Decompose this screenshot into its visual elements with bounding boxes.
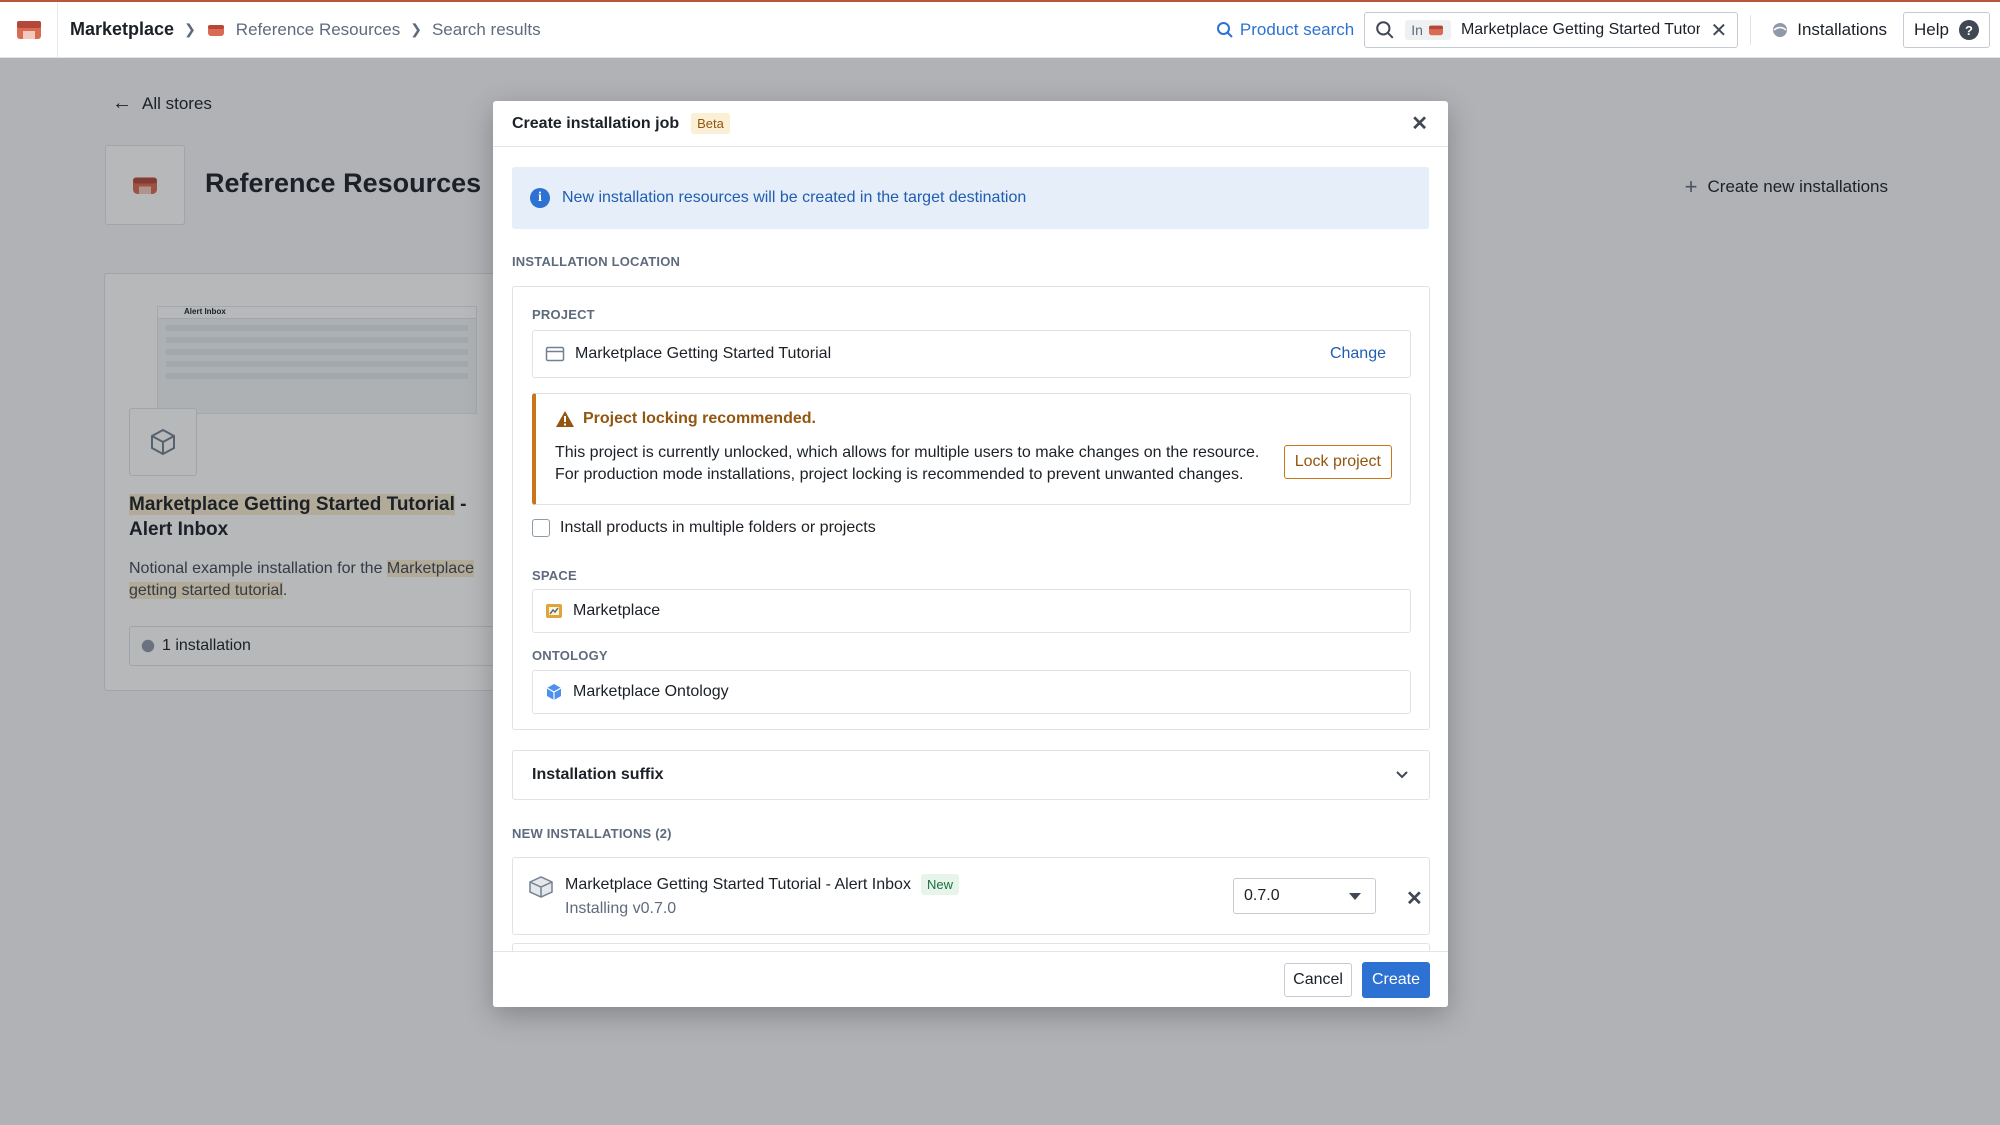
installation-location-panel: PROJECT Marketplace Getting Started Tuto… — [512, 286, 1430, 730]
marketplace-logo-icon[interactable] — [0, 1, 58, 58]
divider — [1750, 15, 1752, 45]
dialog-title: Create installation job — [512, 114, 680, 132]
space-value: Marketplace — [573, 602, 661, 619]
installations-icon — [1773, 23, 1788, 37]
scope-prefix: In — [1411, 22, 1423, 38]
space-icon — [546, 604, 562, 618]
info-icon: i — [530, 188, 550, 208]
ontology-cube-icon — [546, 684, 562, 700]
project-label: PROJECT — [532, 307, 595, 322]
help-button[interactable]: Help ? — [1903, 12, 1990, 48]
installation-status: Installing v0.7.0 — [565, 900, 677, 917]
ontology-value: Marketplace Ontology — [573, 683, 729, 700]
create-installation-dialog: Create installation job Beta ✕ i New ins… — [493, 101, 1448, 1007]
remove-installation-icon[interactable]: ✕ — [1406, 886, 1423, 911]
installation-item: Marketplace Getting Started Tutorial - A… — [512, 857, 1430, 935]
folder-icon — [545, 346, 565, 362]
change-project-link[interactable]: Change — [1330, 345, 1386, 363]
caret-down-icon — [1349, 892, 1361, 900]
warning-icon — [556, 411, 574, 427]
space-field[interactable]: Marketplace — [532, 589, 1411, 633]
breadcrumb-reference-resources[interactable]: Reference Resources — [236, 20, 400, 40]
breadcrumb-search-results: Search results — [431, 19, 541, 39]
multi-folder-checkbox[interactable] — [532, 519, 550, 537]
installation-suffix-label: Installation suffix — [532, 766, 664, 783]
dialog-body: i New installation resources will be cre… — [493, 148, 1448, 1051]
chevron-right-icon: ❯ — [184, 21, 196, 37]
clear-search-icon[interactable]: ✕ — [1710, 18, 1727, 43]
version-value: 0.7.0 — [1244, 887, 1280, 904]
callout-text: New installation resources will be creat… — [562, 189, 1027, 206]
top-right-controls: Product search In Marketplace Getting St… — [1216, 2, 2000, 58]
installations-label: Installations — [1797, 20, 1888, 39]
create-button[interactable]: Create — [1361, 961, 1430, 998]
new-tag: New — [920, 874, 959, 895]
installations-button[interactable]: Installations — [1763, 20, 1895, 40]
help-icon: ? — [1959, 20, 1979, 40]
installation-name-text: Marketplace Getting Started Tutorial - A… — [565, 875, 911, 893]
beta-tag: Beta — [691, 113, 730, 134]
ontology-label: ONTOLOGY — [532, 648, 608, 663]
store-icon — [207, 24, 224, 36]
breadcrumb-marketplace[interactable]: Marketplace — [70, 19, 174, 40]
installation-location-label: INSTALLATION LOCATION — [512, 254, 681, 269]
dialog-header: Create installation job Beta ✕ — [493, 101, 1448, 147]
help-label: Help — [1914, 20, 1949, 39]
project-field[interactable]: Marketplace Getting Started Tutorial Cha… — [532, 330, 1411, 378]
search-input[interactable]: In Marketplace Getting Started Tutori ✕ — [1364, 12, 1739, 48]
warning-title-text: Project locking recommended. — [583, 410, 816, 427]
warning-text: This project is currently unlocked, whic… — [555, 442, 1285, 486]
project-value: Marketplace Getting Started Tutorial — [575, 345, 832, 362]
new-installations-label: NEW INSTALLATIONS (2) — [512, 826, 672, 841]
space-label: SPACE — [532, 568, 577, 583]
version-select[interactable]: 0.7.0 — [1233, 878, 1376, 914]
scope-text: Marketplace Getting Started Tutori — [1460, 21, 1701, 38]
scope-tag: In — [1405, 20, 1451, 40]
multi-folder-checkbox-row[interactable]: Install products in multiple folders or … — [532, 519, 876, 537]
close-icon[interactable]: ✕ — [1411, 111, 1428, 136]
top-bar: Marketplace ❯ Reference Resources ❯ Sear… — [0, 0, 2000, 58]
warning-line: For production mode installations, proje… — [555, 466, 1244, 483]
chevron-right-icon: ❯ — [410, 21, 422, 37]
store-icon — [1428, 25, 1443, 36]
ontology-field[interactable]: Marketplace Ontology — [532, 670, 1411, 714]
product-package-icon — [529, 876, 553, 898]
product-search-label: Product search — [1239, 20, 1355, 39]
multi-folder-label: Install products in multiple folders or … — [560, 519, 876, 536]
info-callout: i New installation resources will be cre… — [512, 167, 1429, 229]
installation-name: Marketplace Getting Started Tutorial - A… — [565, 874, 959, 895]
search-icon — [1216, 22, 1233, 38]
product-search-button[interactable]: Product search — [1216, 20, 1354, 40]
warning-line: This project is currently unlocked, whic… — [555, 444, 1260, 461]
project-lock-warning: Project locking recommended. This projec… — [532, 393, 1411, 505]
chevron-down-icon — [1396, 771, 1408, 779]
warning-title: Project locking recommended. — [555, 410, 816, 428]
cancel-button[interactable]: Cancel — [1284, 962, 1352, 997]
dialog-footer: Cancel Create — [493, 951, 1448, 1007]
installation-suffix-accordion[interactable]: Installation suffix — [512, 750, 1430, 800]
search-icon — [1376, 21, 1394, 39]
breadcrumb: Marketplace ❯ Reference Resources ❯ Sear… — [58, 19, 541, 40]
lock-project-button[interactable]: Lock project — [1283, 445, 1392, 479]
